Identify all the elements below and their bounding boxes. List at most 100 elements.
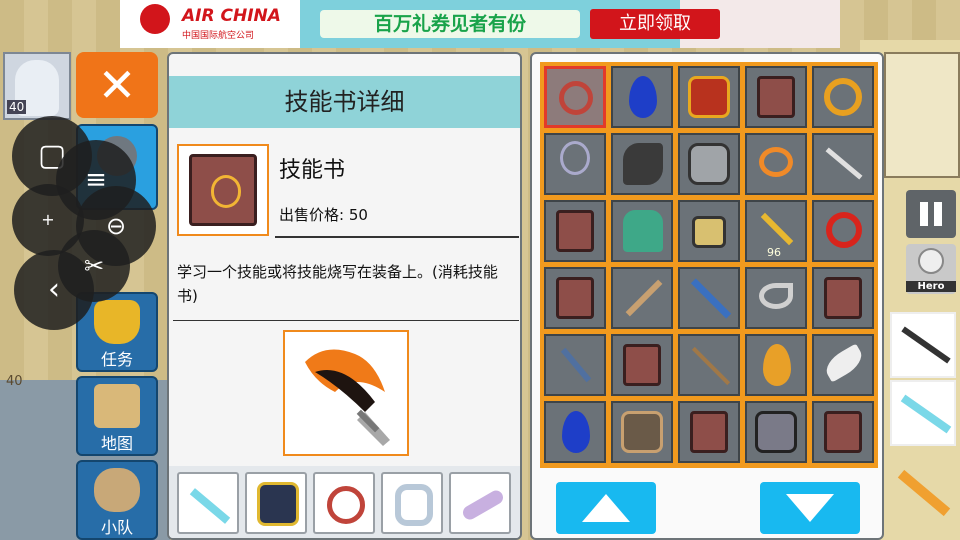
hero-label: Hero [906, 281, 956, 292]
bow-icon [901, 326, 951, 364]
skill-book-icon [556, 210, 594, 252]
divider [173, 320, 519, 321]
amber-gem-icon [763, 344, 791, 386]
pause-icon [920, 202, 928, 226]
inventory-slot[interactable] [745, 267, 807, 329]
strip-slot[interactable] [177, 472, 239, 534]
pendant-icon [560, 141, 590, 175]
skill-book-icon [556, 277, 594, 319]
attack-button[interactable] [890, 458, 956, 536]
orange-charm-icon [759, 147, 793, 177]
strip-slot[interactable] [245, 472, 307, 534]
skill-book-icon [757, 76, 795, 118]
skill-book-icon [623, 344, 661, 386]
inventory-slot[interactable] [544, 267, 606, 329]
dagger-icon [560, 347, 592, 383]
inventory-slot[interactable] [812, 133, 874, 195]
hero-button[interactable]: Hero [906, 244, 956, 294]
inventory-slot[interactable] [745, 66, 807, 128]
ice-sword-icon [189, 488, 231, 524]
strip-slot[interactable] [449, 472, 511, 534]
bronze-armor-icon [621, 411, 663, 453]
party-menu-button[interactable]: 小队 [76, 460, 158, 540]
item-name: 技能书 [279, 158, 346, 183]
skill-icon-frame [283, 330, 409, 456]
inventory-slot[interactable] [812, 401, 874, 463]
strip-slot[interactable] [313, 472, 375, 534]
inventory-slot[interactable] [745, 133, 807, 195]
inventory-slot[interactable] [678, 200, 740, 262]
scroll-down-button[interactable] [760, 482, 860, 534]
crystal-ring-icon [395, 484, 433, 526]
inventory-slot[interactable] [678, 66, 740, 128]
inventory-slot[interactable] [812, 200, 874, 262]
inventory-slot[interactable] [812, 267, 874, 329]
horn-icon [759, 283, 793, 309]
inventory-slot[interactable] [678, 133, 740, 195]
inventory-slot[interactable] [611, 267, 673, 329]
blue-greatsword-icon [690, 278, 732, 319]
inventory-slot[interactable] [544, 66, 606, 128]
inventory-slot[interactable] [544, 334, 606, 396]
inventory-grid: 96 [540, 62, 878, 468]
ad-brand-sub: 中国国际航空公司 [182, 31, 255, 41]
inventory-slot[interactable] [678, 267, 740, 329]
inventory-slot[interactable] [678, 401, 740, 463]
inventory-slot[interactable] [812, 334, 874, 396]
recent-items-strip [169, 466, 520, 538]
inventory-slot[interactable] [544, 401, 606, 463]
strip-slot[interactable] [381, 472, 443, 534]
minimap[interactable] [884, 52, 960, 178]
plus-icon: + [41, 210, 55, 229]
inventory-slot[interactable] [611, 200, 673, 262]
inventory-slot[interactable] [544, 200, 606, 262]
blue-gem-icon [562, 411, 590, 453]
red-boomerang-icon [826, 212, 862, 248]
inventory-slot[interactable] [544, 133, 606, 195]
horned-helmet-icon [257, 482, 299, 526]
ring-box-icon [692, 216, 726, 248]
flower-ring-icon [327, 486, 365, 524]
gold-ring-icon [824, 78, 862, 116]
inventory-slot[interactable] [611, 133, 673, 195]
inventory-slot[interactable] [678, 334, 740, 396]
inventory-panel: 96 [530, 52, 884, 540]
inventory-slot[interactable] [611, 66, 673, 128]
sword-icon [897, 469, 951, 517]
level-marker: 40 [6, 374, 23, 389]
inventory-slot[interactable] [812, 66, 874, 128]
pause-button[interactable] [906, 190, 956, 238]
detail-title: 技能书详细 [169, 76, 520, 128]
battle-axe-icon [625, 279, 663, 317]
map-icon [94, 384, 140, 428]
feather-charm-icon [460, 487, 506, 523]
divider [275, 236, 519, 238]
screenshot-button[interactable]: ✂ [58, 230, 130, 302]
floating-controls: ▢ ≡ + ⊖ ‹ ✂ [12, 110, 162, 340]
hero-helmet-icon [918, 248, 944, 274]
close-button[interactable]: ✕ [76, 52, 158, 118]
inventory-slot[interactable] [745, 401, 807, 463]
air-china-logo-icon [140, 4, 170, 34]
blue-gem-icon [629, 76, 657, 118]
inventory-slot[interactable] [745, 334, 807, 396]
inventory-slot[interactable] [611, 334, 673, 396]
item-detail-panel: 技能书详细 技能书 出售价格: 50 学习一个技能或将技能烧写在装备上。(消耗技… [167, 52, 522, 540]
chevron-left-icon: ‹ [48, 272, 60, 307]
ad-cta-button[interactable]: 立即领取 [590, 9, 720, 39]
ad-slogan: 百万礼券见者有份 [320, 10, 580, 38]
quick-slot[interactable] [890, 380, 956, 446]
inventory-slot[interactable]: 96 [745, 200, 807, 262]
arrow-up-icon [582, 494, 630, 522]
dark-claw-icon [623, 143, 663, 185]
flaming-sword-skill-icon [305, 349, 390, 446]
map-menu-button[interactable]: 地图 [76, 376, 158, 456]
item-description: 学习一个技能或将技能烧写在装备上。(消耗技能书) [177, 263, 498, 305]
inventory-slot[interactable] [611, 401, 673, 463]
ad-banner[interactable]: AIR CHINA 中国国际航空公司 百万礼券见者有份 立即领取 [120, 0, 840, 48]
ice-sword-icon [900, 394, 952, 434]
quick-slot[interactable] [890, 312, 956, 378]
flower-ring-icon [559, 81, 593, 115]
scroll-up-button[interactable] [556, 482, 656, 534]
item-quantity: 96 [767, 246, 781, 259]
